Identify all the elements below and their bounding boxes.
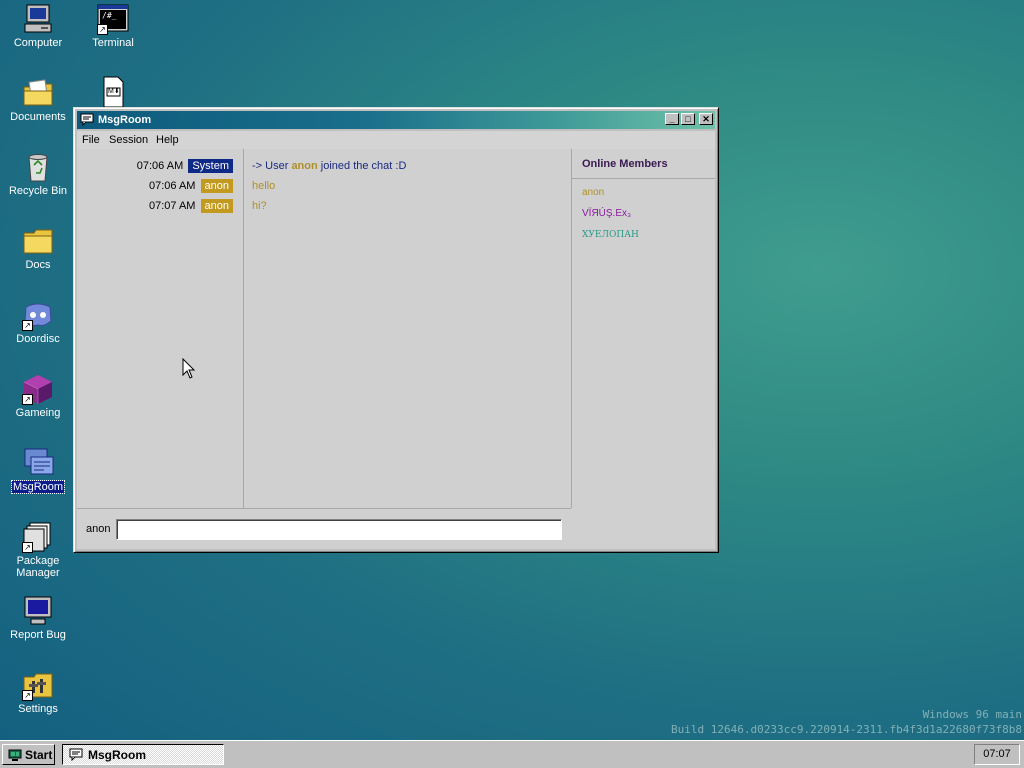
svg-text:/#_: /#_ <box>102 11 117 20</box>
desktop-icon-doordisc[interactable]: ↗ Doordisc <box>1 299 75 345</box>
desktop-icon-label: Package Manager <box>16 555 60 579</box>
member-item[interactable]: VÏЯÚŞ.Ex₃ <box>582 208 631 219</box>
message-text: hi? <box>252 200 267 212</box>
desktop-icon-label: Settings <box>18 703 58 715</box>
message-column: -> User anon joined the chat :D hello hi… <box>244 149 572 508</box>
close-button[interactable]: ✕ <box>699 113 713 125</box>
build-watermark-line2: Build 12646.d0233cc9.220914-2311.fb4f3d1… <box>671 723 1022 736</box>
message-meta-column: 07:06 AM System 07:06 AM anon 07:07 AM a… <box>77 149 244 508</box>
user-tag-anon[interactable]: anon <box>200 199 233 213</box>
build-watermark-line1: Windows 96 main <box>922 708 1022 721</box>
message-meta-row: 07:06 AM anon <box>149 179 233 193</box>
desktop-icon-label: Docs <box>25 259 51 271</box>
settings-icon: ↗ <box>22 669 54 701</box>
message-meta-row: 07:07 AM anon <box>149 199 233 213</box>
maximize-icon: □ <box>685 114 691 124</box>
shortcut-arrow-icon: ↗ <box>22 542 33 553</box>
message-time: 07:06 AM <box>148 180 196 192</box>
taskbar-item-msgroom[interactable]: MsgRoom <box>62 744 224 765</box>
message-text: hello <box>252 180 276 192</box>
chat-bubble-icon <box>80 113 94 127</box>
desktop-icon-label: Documents <box>10 111 66 123</box>
shortcut-arrow-icon: ↗ <box>97 24 108 35</box>
markdown-glyph: M⬇ <box>108 88 120 95</box>
system-clock[interactable]: 07:07 <box>974 744 1020 765</box>
message-input-area: anon <box>77 508 571 549</box>
divider <box>572 178 715 179</box>
window-title: MsgRoom <box>98 114 152 126</box>
chat-bubble-icon <box>69 748 83 764</box>
doordisc-icon: ↗ <box>22 299 54 331</box>
window-titlebar[interactable]: MsgRoom _ □ ✕ <box>77 111 715 129</box>
folder-icon <box>22 225 54 257</box>
shortcut-arrow-icon: ↗ <box>22 690 33 701</box>
computer-icon <box>22 3 54 35</box>
member-item[interactable]: anon <box>582 187 604 198</box>
desktop-icon-settings[interactable]: ↗ Settings <box>1 669 75 715</box>
cube-icon: ↗ <box>22 373 54 405</box>
desktop-icon-gameing[interactable]: ↗ Gameing <box>1 373 75 419</box>
terminal-icon: /#_ ↗ <box>97 3 129 35</box>
shortcut-arrow-icon: ↗ <box>22 320 33 331</box>
start-label: Start <box>25 748 53 762</box>
desktop-icon-label: Gameing <box>15 407 61 419</box>
message-meta-row: 07:06 AM System <box>137 159 233 173</box>
chat-client-area: 07:06 AM System 07:06 AM anon 07:07 AM a… <box>77 149 715 549</box>
menu-bar: File Session Help <box>77 131 715 149</box>
desktop-icon-terminal[interactable]: /#_ ↗ Terminal <box>76 3 150 49</box>
desktop-icon-recycle-bin[interactable]: Recycle Bin <box>1 151 75 197</box>
maximize-button[interactable]: □ <box>681 113 695 125</box>
desktop-icon-documents[interactable]: Documents <box>1 77 75 123</box>
member-item[interactable]: ХУЕЛОПАН <box>582 230 639 240</box>
desktop-icon-package-manager[interactable]: ↗ Package Manager <box>1 521 75 579</box>
user-tag-anon[interactable]: anon <box>200 179 233 193</box>
minimize-icon: _ <box>669 114 675 124</box>
message-time: 07:06 AM <box>136 160 184 172</box>
message-text: -> User anon joined the chat :D <box>252 159 406 173</box>
message-text-part: joined the chat :D <box>317 160 407 172</box>
desktop-icon-msgroom[interactable]: MsgRoom <box>1 447 75 494</box>
shortcut-arrow-icon: ↗ <box>22 394 33 405</box>
message-text-part: -> User <box>252 160 292 172</box>
mouse-cursor-icon <box>182 357 196 380</box>
package-icon: ↗ <box>22 521 54 553</box>
desktop-icon-markdown-file[interactable]: M⬇ <box>76 76 150 110</box>
taskbar-item-label: MsgRoom <box>88 748 146 762</box>
msgroom-window[interactable]: MsgRoom _ □ ✕ File Session Help 07:06 AM… <box>73 107 719 553</box>
menu-help[interactable]: Help <box>156 134 179 146</box>
desktop-icon-label: Terminal <box>92 37 134 49</box>
nickname-label[interactable]: anon <box>86 523 110 535</box>
start-button[interactable]: Start <box>2 744 55 765</box>
documents-folder-icon <box>22 77 54 109</box>
recycle-bin-icon <box>22 151 54 183</box>
message-time: 07:07 AM <box>148 200 196 212</box>
menu-file[interactable]: File <box>82 134 100 146</box>
message-input[interactable] <box>116 519 562 540</box>
minimize-button[interactable]: _ <box>665 113 679 125</box>
close-icon: ✕ <box>702 114 710 124</box>
desktop-icon-label: Doordisc <box>16 333 60 345</box>
online-members-heading: Online Members <box>582 158 668 170</box>
desktop-icon-label: Recycle Bin <box>8 185 68 197</box>
desktop-icon-label: Report Bug <box>10 629 66 641</box>
start-logo-icon <box>7 748 23 765</box>
msgroom-icon <box>22 447 54 479</box>
taskbar: Start MsgRoom 07:07 <box>0 740 1024 768</box>
message-username: anon <box>291 160 318 172</box>
desktop-icon-label: Computer <box>13 37 63 49</box>
user-tag-system[interactable]: System <box>188 159 233 173</box>
markdown-file-icon: M⬇ <box>97 76 129 108</box>
online-members-panel: Online Members anon VÏЯÚŞ.Ex₃ ХУЕЛОПАН <box>572 149 715 549</box>
monitor-icon <box>22 595 54 627</box>
desktop-icon-label: MsgRoom <box>10 480 66 494</box>
desktop-icon-docs[interactable]: Docs <box>1 225 75 271</box>
desktop-icon-computer[interactable]: Computer <box>1 3 75 49</box>
menu-session[interactable]: Session <box>109 134 148 146</box>
desktop-icon-report-bug[interactable]: Report Bug <box>1 595 75 641</box>
